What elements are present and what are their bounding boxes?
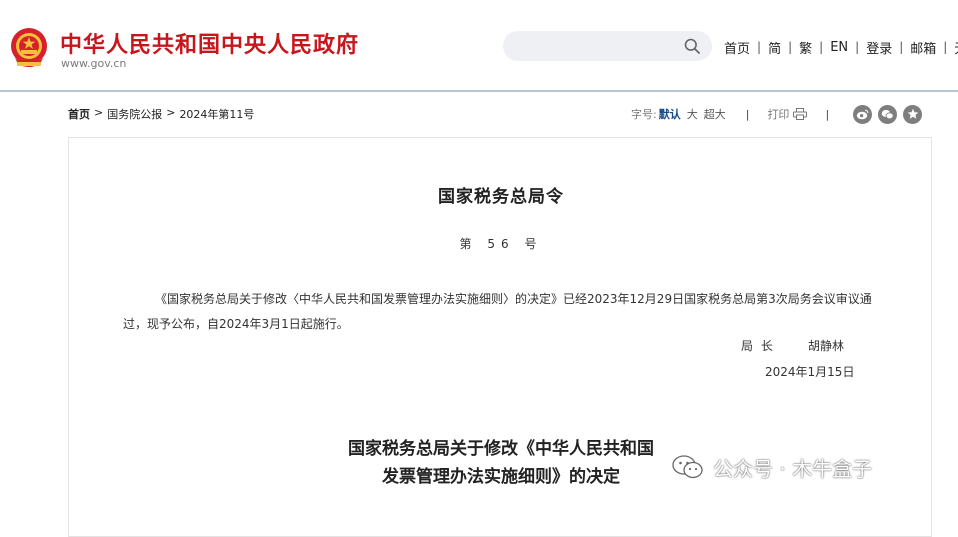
site-url: www.gov.cn	[61, 57, 127, 70]
page-tools: 字号: 默认 大 超大 | 打印 |	[631, 104, 923, 124]
tools-divider: |	[745, 107, 750, 121]
document-number: 第 56 号	[459, 237, 543, 251]
breadcrumb-separator: >	[94, 106, 104, 119]
breadcrumb-home[interactable]: 首页	[68, 106, 90, 122]
search-icon[interactable]	[684, 38, 700, 54]
font-size-xlarge[interactable]: 超大	[704, 106, 726, 122]
font-size-label: 字号:	[631, 108, 657, 121]
favorite-icon[interactable]	[903, 104, 923, 124]
nav-login[interactable]: 登录	[866, 38, 892, 57]
nav-separator: |	[788, 40, 793, 54]
nav-simplified[interactable]: 简	[768, 38, 781, 57]
signatory-name: 胡静林	[808, 339, 845, 353]
watermark-text: 公众号 · 木牛盒子	[713, 456, 873, 481]
breadcrumb-gazette[interactable]: 国务院公报	[107, 106, 162, 122]
weibo-icon[interactable]	[853, 104, 873, 124]
search-input[interactable]	[503, 31, 712, 61]
nav-english[interactable]: EN	[830, 40, 848, 55]
print-button[interactable]: 打印	[767, 106, 808, 122]
nav-separator: |	[855, 40, 860, 54]
signature-date: 2024年1月15日	[765, 365, 855, 379]
nav-separator: |	[899, 40, 904, 54]
national-emblem-icon[interactable]	[9, 26, 49, 70]
tools-divider: |	[825, 107, 830, 121]
breadcrumb-issue[interactable]: 2024年第11号	[179, 106, 254, 122]
nav-separator: |	[757, 40, 762, 54]
nav-accessibility[interactable]: 无	[954, 38, 958, 57]
site-header: 中华人民共和国中央人民政府 www.gov.cn 首页 | 简 | 繁 | EN…	[0, 0, 958, 92]
signatory-role: 局 长	[741, 339, 775, 353]
wechat-logo-icon	[672, 455, 703, 479]
nav-traditional[interactable]: 繁	[799, 38, 812, 57]
breadcrumb-separator: >	[166, 106, 176, 119]
document-body: 《国家税务总局关于修改〈中华人民共和国发票管理办法实施细则〉的决定》已经2023…	[123, 292, 872, 331]
breadcrumb: 首页 > 国务院公报 > 2024年第11号	[68, 106, 254, 122]
nav-separator: |	[819, 40, 824, 54]
document-title: 国家税务总局令	[438, 187, 564, 207]
wechat-watermark: 公众号 · 木牛盒子	[671, 452, 872, 482]
wechat-icon[interactable]	[878, 104, 898, 124]
nav-separator: |	[943, 40, 948, 54]
printer-icon	[793, 108, 808, 120]
site-title[interactable]: 中华人民共和国中央人民政府	[60, 27, 359, 59]
print-label: 打印	[767, 108, 790, 121]
font-size-default[interactable]: 默认	[659, 106, 681, 122]
nav-mail[interactable]: 邮箱	[910, 38, 936, 57]
nav-home[interactable]: 首页	[724, 38, 750, 57]
top-nav: 首页 | 简 | 繁 | EN | 登录 | 邮箱 | 无	[724, 38, 958, 57]
font-size-large[interactable]: 大	[687, 106, 698, 122]
